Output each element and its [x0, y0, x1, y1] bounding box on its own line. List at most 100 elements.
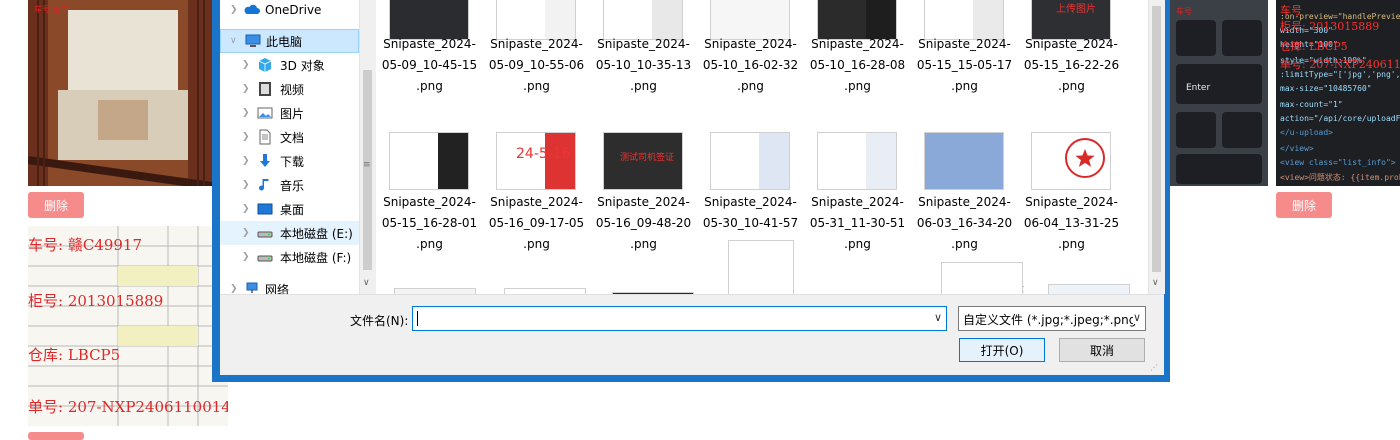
file-item[interactable]: Snipaste_2024- 05-10_16-02-32 .png [697, 0, 804, 120]
file-name-line: .png [630, 79, 657, 93]
filename-input[interactable]: ∨ [412, 306, 947, 331]
file-thumbnail [389, 132, 469, 190]
nav-label: 本地磁盘 (E:) [280, 226, 353, 241]
code-line: max-size="10485760" [1280, 84, 1372, 93]
nav-label: 音乐 [280, 178, 305, 193]
file-name-line: Snipaste_2024- [811, 195, 904, 209]
file-name-line: .png [416, 79, 443, 93]
container-number-text: 柜号: 2013015889 [28, 292, 164, 310]
nav-item-3d-objects[interactable]: ❯ 3D 对象 [220, 53, 359, 77]
delete-button-2[interactable] [28, 432, 84, 440]
nav-label: 此电脑 [266, 34, 303, 49]
chevron-down-icon[interactable]: ∨ [1132, 311, 1141, 324]
chevron-right-icon[interactable]: ❯ [242, 84, 250, 94]
nav-label: 3D 对象 [280, 58, 325, 73]
file-item[interactable]: Snipaste_2024- 05-16_09-48-20 .png [590, 128, 697, 258]
file-thumbnail [710, 132, 790, 190]
file-name-line: Snipaste_2024- [704, 195, 797, 209]
file-name-line: Snipaste_2024- [1025, 195, 1118, 209]
file-name-line: .png [1058, 237, 1085, 251]
file-item[interactable]: Snipaste_2024- 05-31_11-30-51 .png [804, 128, 911, 258]
scroll-down-button[interactable]: ∨ [363, 278, 370, 288]
chevron-right-icon[interactable]: ❯ [242, 204, 250, 214]
drive-icon [257, 231, 273, 238]
seal-stamp-icon [1065, 138, 1105, 178]
file-name-line: 05-16_09-48-20 [595, 216, 692, 230]
file-thumbnail[interactable] [1048, 284, 1130, 294]
file-name-line: 05-10_16-02-32 [702, 58, 799, 72]
file-name-line: .png [1058, 79, 1085, 93]
file-name-line: 05-15_16-22-26 [1023, 58, 1120, 72]
scrollbar-thumb[interactable] [1152, 6, 1161, 272]
file-name-line: 05-09_10-45-15 [381, 58, 478, 72]
nav-item-desktop[interactable]: ❯ 桌面 [220, 197, 359, 221]
file-type-select[interactable]: 自定义文件 (*.jpg;*.jpeg;*.png ∨ [958, 306, 1146, 331]
nav-scrollbar[interactable]: ≡ ∨ [359, 0, 376, 294]
file-thumbnail[interactable] [941, 262, 1023, 294]
nav-item-onedrive[interactable]: ❯ OneDrive [220, 0, 359, 22]
computer-icon [245, 34, 261, 47]
nav-item-drive-e[interactable]: ❯ 本地磁盘 (E:) [220, 221, 359, 245]
file-thumbnail [817, 132, 897, 190]
nav-item-documents[interactable]: ❯ 文档 [220, 125, 359, 149]
picture-icon [257, 107, 273, 119]
chevron-right-icon[interactable]: ❯ [242, 108, 250, 118]
navigation-pane: ❯ OneDrive ∨ 此电脑 ❯ 3D 对象 ❯ 视频 ❯ 图片 ❯ 文档 … [220, 0, 376, 297]
code-line: <view class="list_info"> [1280, 158, 1396, 167]
nav-item-videos[interactable]: ❯ 视频 [220, 77, 359, 101]
file-name-line: .png [737, 79, 764, 93]
nav-item-pictures[interactable]: ❯ 图片 [220, 101, 359, 125]
file-name-line: 05-15_15-05-17 [916, 58, 1013, 72]
code-line: </view> [1280, 144, 1314, 153]
open-button[interactable]: 打开(O) [959, 338, 1045, 362]
chevron-right-icon[interactable]: ❯ [242, 228, 250, 238]
chevron-down-icon[interactable]: ∨ [934, 311, 942, 324]
file-thumbnail[interactable] [728, 240, 794, 294]
code-screenshot: :on-preview="handlePreview" width="300" … [1276, 0, 1400, 186]
container-photo: 车号 仓库 [28, 0, 212, 186]
file-item[interactable]: Snipaste_2024- 05-15_16-28-01 .png [376, 128, 483, 258]
chevron-right-icon[interactable]: ❯ [242, 180, 250, 190]
chevron-down-icon[interactable]: ∨ [230, 36, 237, 46]
file-name-line: .png [416, 237, 443, 251]
delete-button-3[interactable]: 删除 [1276, 192, 1332, 218]
file-item[interactable]: Snipaste_2024- 05-10_16-28-08 .png [804, 0, 911, 120]
resize-grip-icon[interactable]: ⋰ [1150, 363, 1158, 372]
file-name-line: 05-31_11-30-51 [809, 216, 906, 230]
file-name-line: .png [523, 79, 550, 93]
file-name-line: 06-03_16-34-20 [916, 216, 1013, 230]
file-item[interactable]: Snipaste_2024- 05-15_15-05-17 .png [911, 0, 1018, 120]
file-name-line: 05-30_10-41-57 [702, 216, 799, 230]
file-type-value: 自定义文件 (*.jpg;*.jpeg;*.png [963, 313, 1137, 327]
chevron-right-icon[interactable]: ❯ [242, 252, 250, 262]
nav-item-drive-f[interactable]: ❯ 本地磁盘 (F:) [220, 245, 359, 269]
chevron-right-icon[interactable]: ❯ [242, 132, 250, 142]
drive-icon [257, 255, 273, 262]
file-item[interactable]: Snipaste_2024- 05-09_10-55-06 .png [483, 0, 590, 120]
dialog-footer: 文件名(N): ∨ 自定义文件 (*.jpg;*.jpeg;*.png ∨ 打开… [220, 294, 1164, 375]
nav-item-music[interactable]: ❯ 音乐 [220, 173, 359, 197]
file-item[interactable]: Snipaste_2024- 05-10_10-35-13 .png [590, 0, 697, 120]
chevron-right-icon[interactable]: ❯ [242, 156, 250, 166]
code-line: max-count="1" [1280, 100, 1343, 109]
file-item[interactable]: Snipaste_2024- 05-15_16-22-26 .png [1018, 0, 1125, 120]
chevron-right-icon[interactable]: ❯ [230, 5, 238, 15]
content-scrollbar[interactable]: ∨ [1148, 0, 1165, 294]
file-item[interactable]: Snipaste_2024- 05-09_10-45-15 .png [376, 0, 483, 120]
cancel-button[interactable]: 取消 [1059, 338, 1145, 362]
nav-item-downloads[interactable]: ❯ 下载 [220, 149, 359, 173]
overlay-text: 车号 [1280, 4, 1302, 17]
chevron-right-icon[interactable]: ❯ [242, 60, 250, 70]
delete-button[interactable]: 删除 [28, 192, 84, 218]
dialog-body: ❯ OneDrive ∨ 此电脑 ❯ 3D 对象 ❯ 视频 ❯ 图片 ❯ 文档 … [220, 0, 1165, 375]
file-item[interactable]: Snipaste_2024- 06-03_16-34-20 .png [911, 128, 1018, 258]
file-name-line: Snipaste_2024- [704, 37, 797, 51]
file-item[interactable]: Snipaste_2024-05-30_10-41-57.png [697, 128, 804, 258]
overlay-text: 仓库: LBCP5 [1280, 40, 1348, 53]
nav-label: 本地磁盘 (F:) [280, 250, 352, 265]
scrollbar-thumb[interactable] [363, 70, 372, 270]
nav-item-this-pc[interactable]: ∨ 此电脑 [220, 29, 359, 53]
file-name-line: .png [951, 79, 978, 93]
chevron-right-icon[interactable]: ❯ [230, 284, 238, 294]
scroll-down-button[interactable]: ∨ [1152, 278, 1159, 288]
